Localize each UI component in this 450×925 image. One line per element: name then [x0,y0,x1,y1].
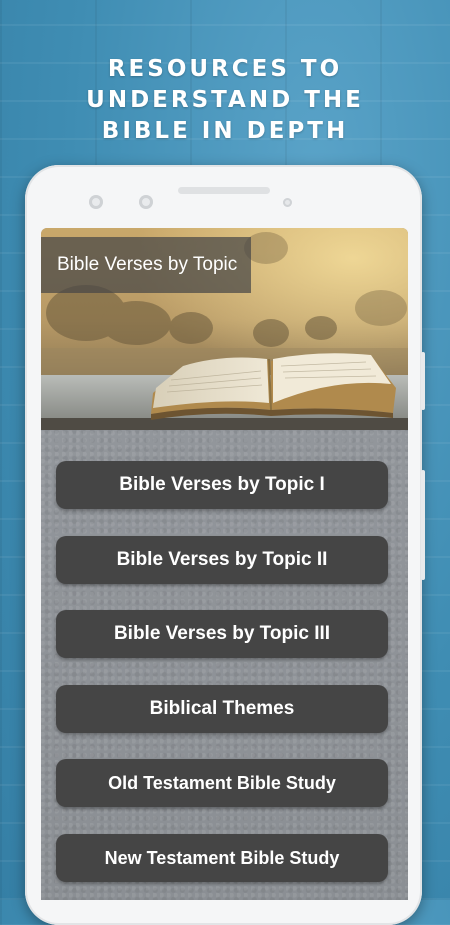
menu-button-biblical-themes[interactable]: Biblical Themes [56,685,388,733]
menu-button-topic-2[interactable]: Bible Verses by Topic II [56,536,388,584]
menu-button-old-testament[interactable]: Old Testament Bible Study [56,759,388,807]
phone-power-button [421,352,425,410]
menu-button-topic-3[interactable]: Bible Verses by Topic III [56,610,388,658]
promo-headline: RESOURCES TO UNDERSTAND THE BIBLE IN DEP… [0,54,450,147]
banner-title: Bible Verses by Topic [41,237,251,293]
phone-speaker [178,187,270,194]
menu-button-new-testament[interactable]: New Testament Bible Study [56,834,388,882]
proximity-sensor-icon [283,198,292,207]
headline-line-1: RESOURCES TO UNDERSTAND THE [86,56,364,113]
app-screen: Bible Verses by Topic Bible Verses by To… [41,228,408,900]
phone-volume-button [421,470,425,580]
front-camera-icon [89,195,103,209]
banner-image: Bible Verses by Topic [41,228,408,430]
front-sensor-icon [139,195,153,209]
headline-line-2: BIBLE IN DEPTH [101,118,349,144]
menu-button-topic-1[interactable]: Bible Verses by Topic I [56,461,388,509]
